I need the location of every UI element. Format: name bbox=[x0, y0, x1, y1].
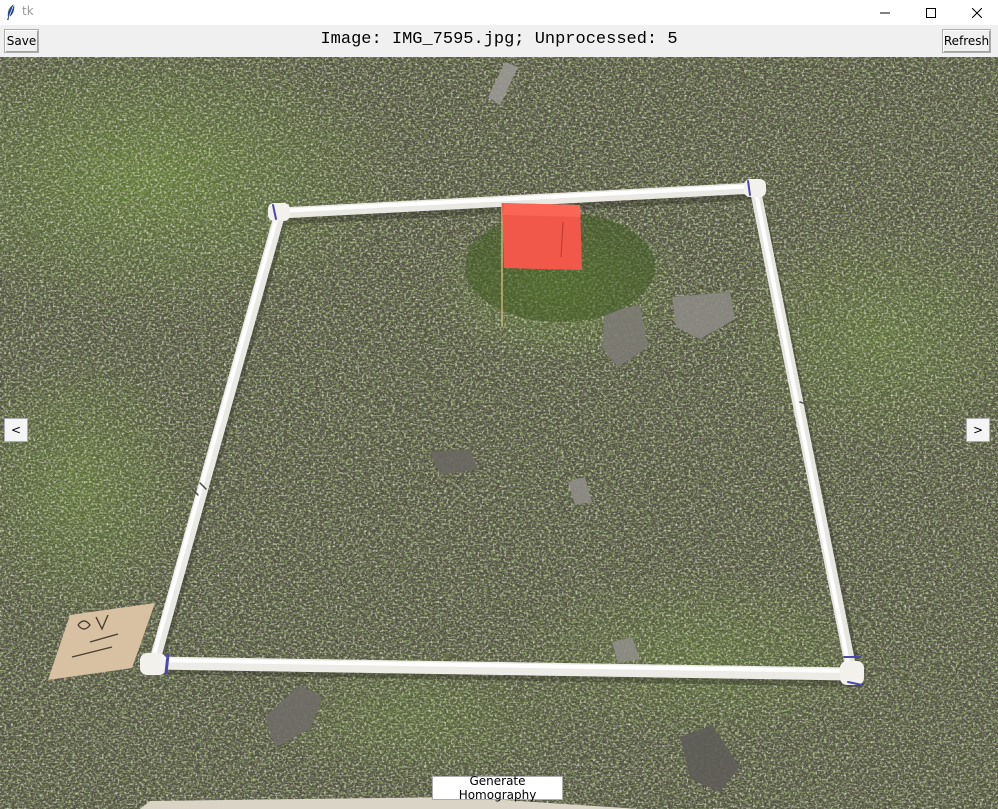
maximize-icon bbox=[926, 7, 936, 18]
maximize-button[interactable] bbox=[908, 0, 954, 25]
previous-image-button[interactable]: < bbox=[4, 418, 28, 442]
generate-homography-button[interactable]: Generate Homography bbox=[432, 774, 563, 802]
quadrat-photo[interactable] bbox=[0, 57, 998, 809]
close-button[interactable] bbox=[954, 0, 998, 25]
image-canvas[interactable]: < > bbox=[0, 57, 998, 809]
minimize-button[interactable] bbox=[862, 0, 908, 25]
toolbar: Image: IMG_7595.jpg; Unprocessed: 5 Save… bbox=[0, 25, 998, 57]
close-icon bbox=[972, 7, 982, 18]
refresh-button[interactable]: Refresh bbox=[942, 29, 991, 53]
window-title: tk bbox=[22, 4, 34, 18]
next-image-button[interactable]: > bbox=[966, 418, 990, 442]
minimize-icon bbox=[880, 12, 890, 13]
tk-feather-icon bbox=[7, 3, 15, 20]
save-button[interactable]: Save bbox=[4, 29, 39, 53]
window-titlebar: tk bbox=[0, 0, 998, 25]
status-label: Image: IMG_7595.jpg; Unprocessed: 5 bbox=[320, 30, 678, 49]
